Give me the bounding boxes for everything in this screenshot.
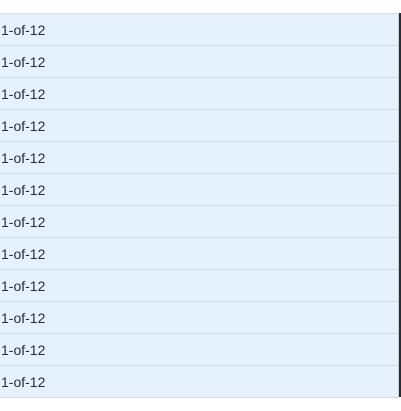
grid-row: 1-of-12: [0, 206, 399, 238]
grid-row: 1-of-12: [0, 46, 399, 78]
grid-cell-label: 1-of-12: [1, 213, 46, 230]
grid-cell-label: 1-of-12: [1, 117, 46, 134]
grid-column: 1-of-12 1-of-12 1-of-12 1-of-12 1-of-12 …: [0, 13, 399, 398]
grid-cell-label: 1-of-12: [1, 149, 46, 166]
grid-cell-label: 1-of-12: [1, 85, 46, 102]
grid-row: 1-of-12: [0, 174, 399, 206]
grid-cell-label: 1-of-12: [1, 21, 46, 38]
grid-row: 1-of-12: [0, 302, 399, 334]
grid-row: 1-of-12: [0, 78, 399, 110]
grid-row: 1-of-12: [0, 366, 399, 398]
grid-cell-label: 1-of-12: [1, 341, 46, 358]
grid-cell-label: 1-of-12: [1, 53, 46, 70]
grid-cell-label: 1-of-12: [1, 309, 46, 326]
grid-row: 1-of-12: [0, 110, 399, 142]
grid-cell-label: 1-of-12: [1, 373, 46, 390]
grid-row: 1-of-12: [0, 142, 399, 174]
grid-row: 1-of-12: [0, 238, 399, 270]
grid-cell-label: 1-of-12: [1, 245, 46, 262]
grid-cell-label: 1-of-12: [1, 181, 46, 198]
grid-row: 1-of-12: [0, 334, 399, 366]
grid-row: 1-of-12: [0, 14, 399, 46]
grid-row: 1-of-12: [0, 270, 399, 302]
page: 1-of-12 1-of-12 1-of-12 1-of-12 1-of-12 …: [0, 0, 401, 411]
grid-cell-label: 1-of-12: [1, 277, 46, 294]
